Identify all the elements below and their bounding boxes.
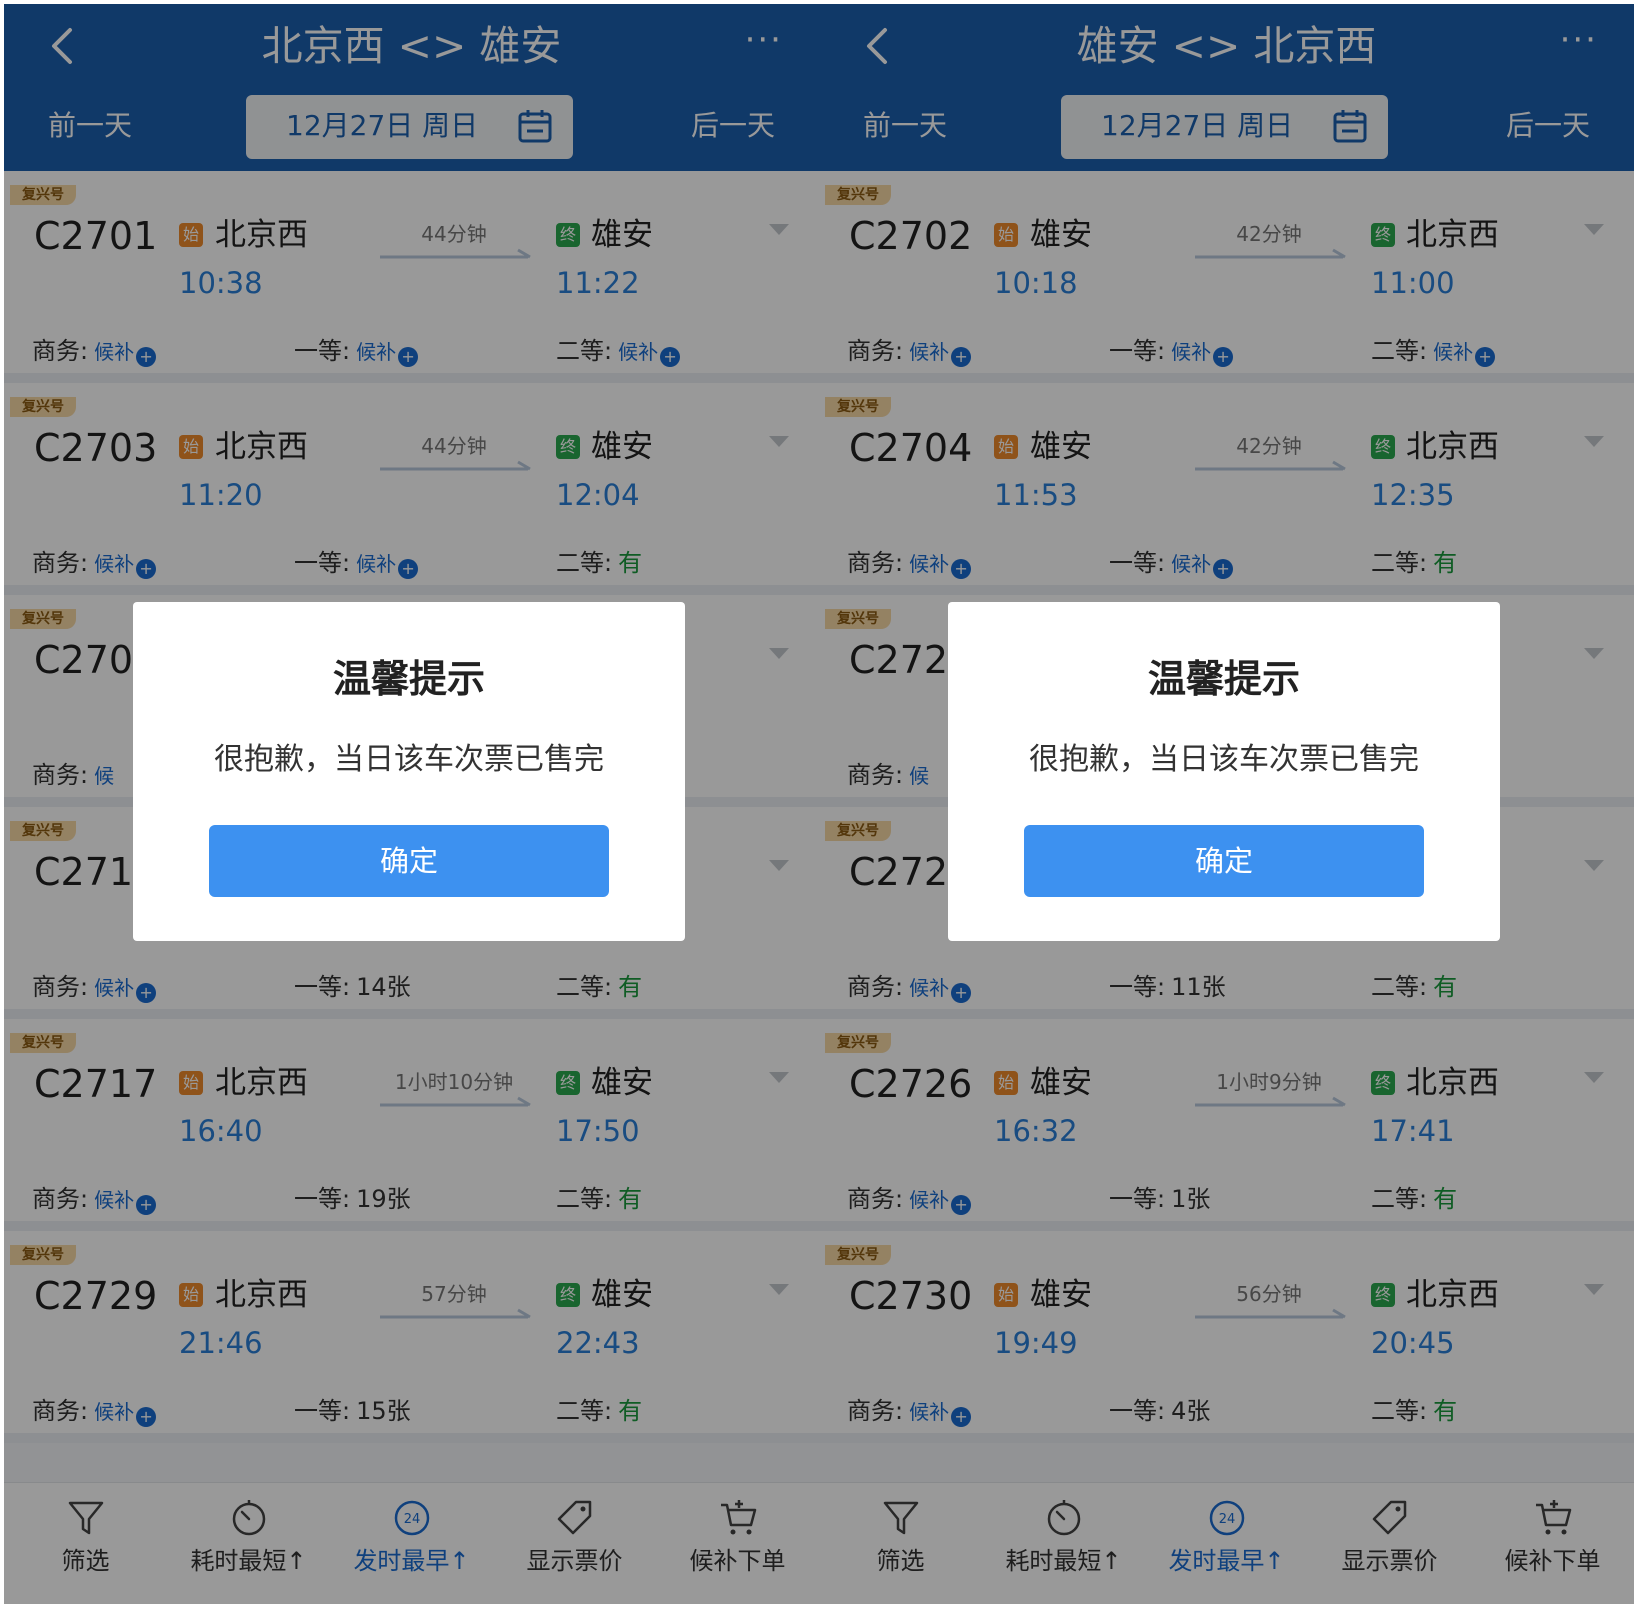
notice-dialog: 温馨提示 很抱歉，当日该车次票已售完 确定 (948, 602, 1500, 941)
dialog-title: 温馨提示 (1147, 657, 1300, 701)
modal-overlay: 温馨提示 很抱歉，当日该车次票已售完 确定 (819, 4, 1634, 1604)
dialog-title: 温馨提示 (332, 657, 485, 701)
screen-right: 雄安 <> 北京西 ··· 前一天 12月27日 周日 后一天 复兴号 C270… (819, 4, 1634, 1604)
notice-dialog: 温馨提示 很抱歉，当日该车次票已售完 确定 (133, 602, 685, 941)
modal-overlay: 温馨提示 很抱歉，当日该车次票已售完 确定 (4, 4, 819, 1604)
confirm-button[interactable]: 确定 (1024, 825, 1424, 897)
dialog-message: 很抱歉，当日该车次票已售完 (214, 742, 604, 777)
dialog-message: 很抱歉，当日该车次票已售完 (1029, 742, 1419, 777)
confirm-button[interactable]: 确定 (209, 825, 609, 897)
screen-left: 北京西 <> 雄安 ··· 前一天 12月27日 周日 后一天 复兴号 C270… (4, 4, 819, 1604)
